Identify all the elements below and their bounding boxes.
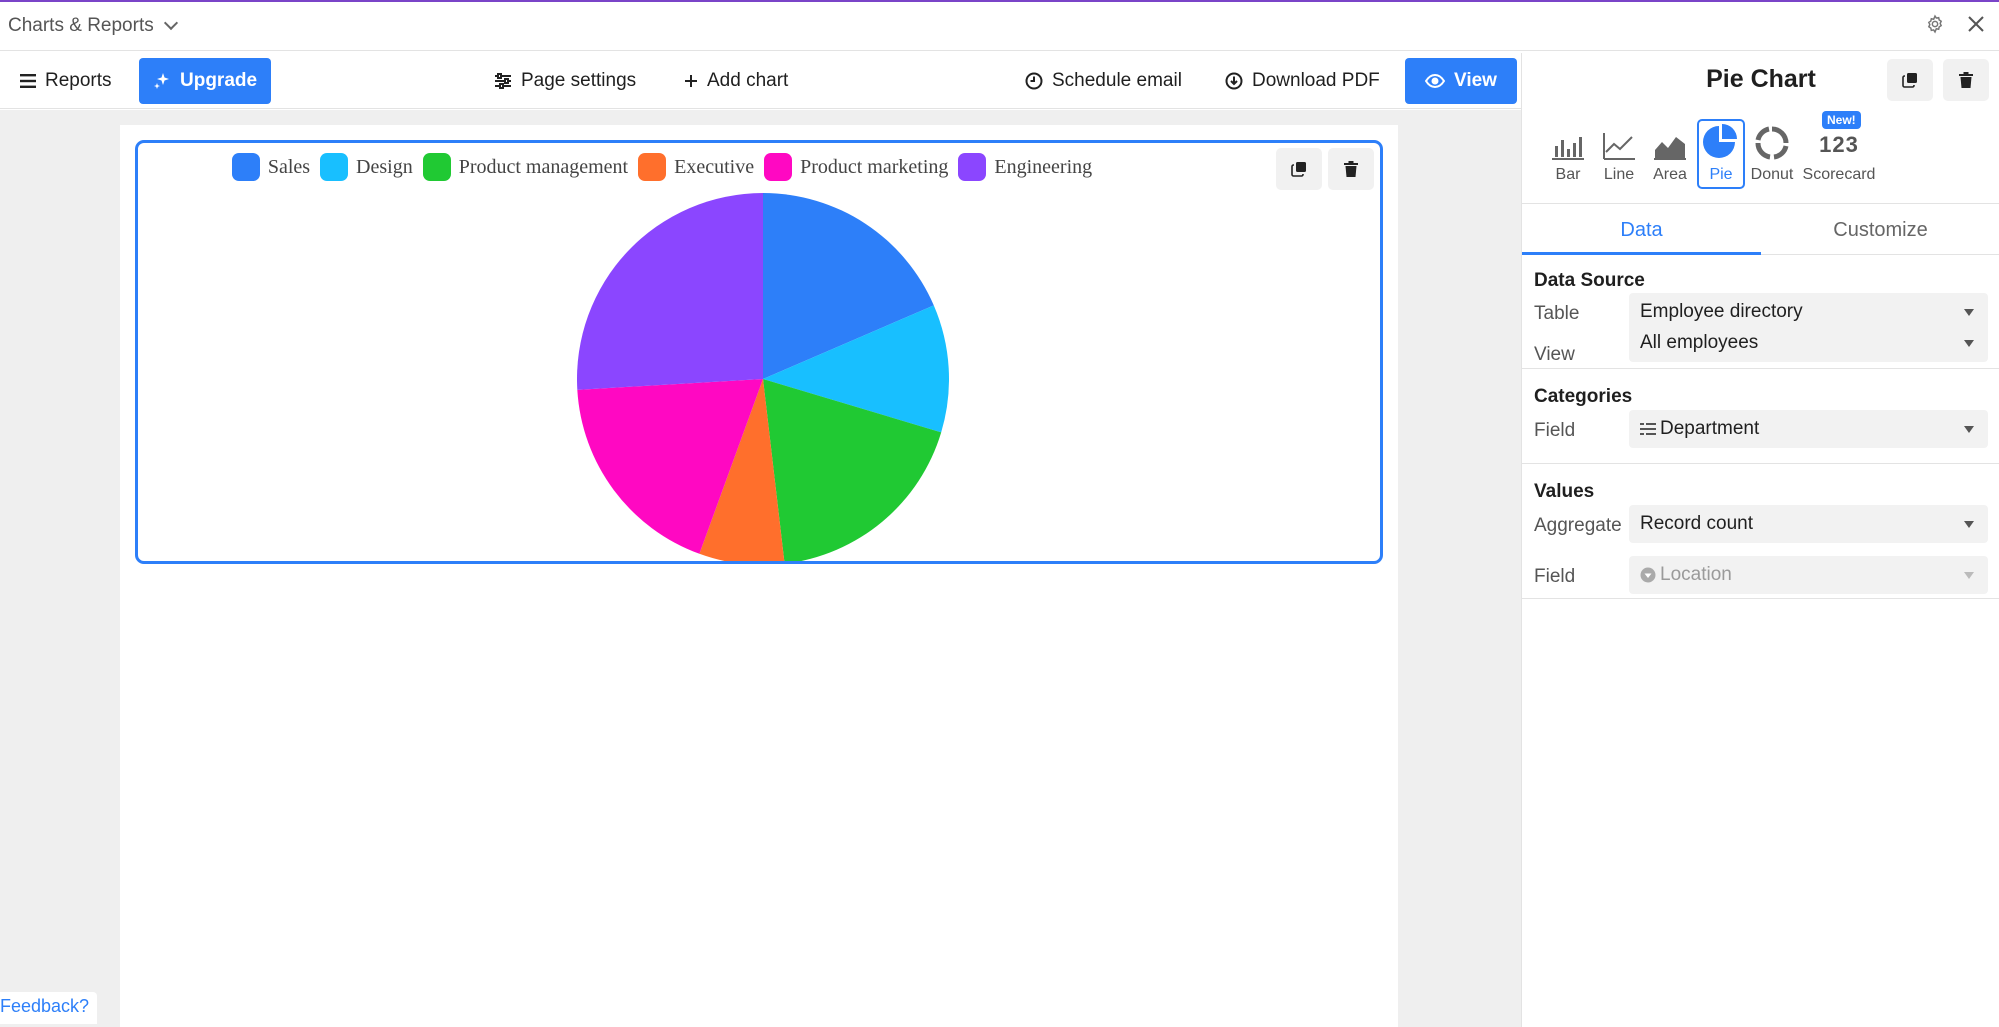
data-source-section: Data Source Table Employee directory Vie… (1522, 255, 1999, 369)
view-button[interactable]: View (1405, 58, 1517, 104)
bar-chart-icon (1552, 137, 1584, 160)
section-title: Data Source (1534, 270, 1645, 291)
chart-type-label: Donut (1750, 166, 1794, 183)
section-title: Values (1534, 481, 1595, 502)
upgrade-label: Upgrade (180, 70, 258, 91)
pie-chart-icon (1703, 124, 1737, 158)
value-field-value: Location (1660, 564, 1732, 585)
table-label: Table (1534, 303, 1580, 324)
chart-config-panel: Pie Chart Bar Line Area Pie Donut New! 1… (1521, 53, 1999, 1027)
aggregate-label: Aggregate (1534, 515, 1622, 536)
scorecard-icon: 123 (1819, 132, 1859, 157)
tab-customize[interactable]: Customize (1761, 204, 1999, 254)
schedule-email-button[interactable]: Schedule email (1011, 58, 1196, 104)
toolbar: Reports Upgrade Page settings Add chart … (0, 53, 1521, 109)
page-settings-label: Page settings (521, 70, 637, 91)
chart-type-line[interactable]: Line (1595, 119, 1643, 189)
pie-chart (577, 193, 949, 561)
area-chart-icon (1654, 137, 1686, 160)
add-chart-label: Add chart (707, 70, 789, 91)
aggregate-value: Record count (1640, 513, 1754, 534)
upgrade-button[interactable]: Upgrade (139, 58, 272, 104)
tab-data[interactable]: Data (1522, 204, 1761, 255)
app-switcher[interactable]: Charts & Reports (8, 15, 178, 37)
view-label: View (1454, 70, 1497, 91)
title-bar: Charts & Reports (0, 0, 1999, 51)
reports-button[interactable]: Reports (6, 58, 126, 104)
location-field-icon (1640, 567, 1656, 583)
view-label: View (1534, 344, 1575, 365)
chart-type-pie[interactable]: Pie (1697, 119, 1745, 189)
download-icon (1225, 72, 1243, 90)
aggregate-select[interactable]: Record count (1629, 505, 1988, 543)
trash-icon (1959, 72, 1973, 88)
app-title: Charts & Reports (8, 15, 154, 36)
view-value: All employees (1640, 332, 1759, 353)
chart-type-label: Pie (1709, 166, 1733, 183)
feedback-link[interactable]: Feedback? (0, 992, 98, 1024)
pie-slice-engineering[interactable] (577, 193, 763, 390)
download-pdf-label: Download PDF (1252, 70, 1380, 91)
chart-type-area[interactable]: Area (1646, 119, 1694, 189)
pie-chart-card[interactable]: Sales Design Product management Executive Pr… (135, 140, 1383, 564)
menu-icon (20, 74, 36, 88)
chart-type-label: Bar (1555, 166, 1581, 183)
eye-icon (1425, 74, 1445, 88)
reports-label: Reports (45, 70, 112, 91)
page-settings-button[interactable]: Page settings (480, 58, 650, 104)
sliders-icon (495, 73, 511, 89)
category-field-value: Department (1660, 418, 1760, 439)
table-value: Employee directory (1640, 301, 1803, 322)
value-field-select: Location (1629, 556, 1988, 594)
clock-icon (1025, 72, 1043, 90)
category-field-label: Field (1534, 420, 1576, 441)
value-field-label: Field (1534, 566, 1576, 587)
view-select[interactable]: All employees (1629, 324, 1988, 362)
chart-type-scorecard[interactable]: New! 123 Scorecard (1799, 111, 1879, 189)
panel-tabs: Data Customize (1522, 203, 1999, 255)
duplicate-panel-button[interactable] (1887, 59, 1933, 101)
chart-type-bar[interactable]: Bar (1544, 119, 1592, 189)
download-pdf-button[interactable]: Download PDF (1211, 58, 1394, 104)
close-icon[interactable] (1967, 15, 1985, 33)
donut-chart-icon (1755, 126, 1789, 160)
new-badge: New! (1822, 111, 1861, 129)
plus-icon (685, 75, 697, 87)
copy-icon (1902, 73, 1917, 88)
line-chart-icon (1603, 133, 1635, 160)
categories-section: Categories Field Department (1522, 369, 1999, 464)
chart-type-donut[interactable]: Donut (1748, 119, 1796, 189)
category-field-select[interactable]: Department (1629, 410, 1988, 448)
add-chart-button[interactable]: Add chart (670, 58, 802, 104)
single-select-field-icon (1640, 423, 1656, 435)
gear-icon[interactable] (1925, 14, 1945, 34)
chart-type-label: Line (1603, 166, 1635, 183)
chart-type-label: Scorecard (1802, 166, 1876, 183)
sparkle-icon (154, 73, 169, 89)
delete-panel-button[interactable] (1943, 59, 1989, 101)
values-section: Values Aggregate Record count Field Loca… (1522, 464, 1999, 599)
chevron-down-icon (163, 15, 178, 31)
chart-type-label: Area (1653, 166, 1687, 183)
chart-type-picker: Bar Line Area Pie Donut New! 123 Scoreca… (1544, 111, 1879, 189)
schedule-email-label: Schedule email (1052, 70, 1182, 91)
section-title: Categories (1534, 386, 1633, 407)
